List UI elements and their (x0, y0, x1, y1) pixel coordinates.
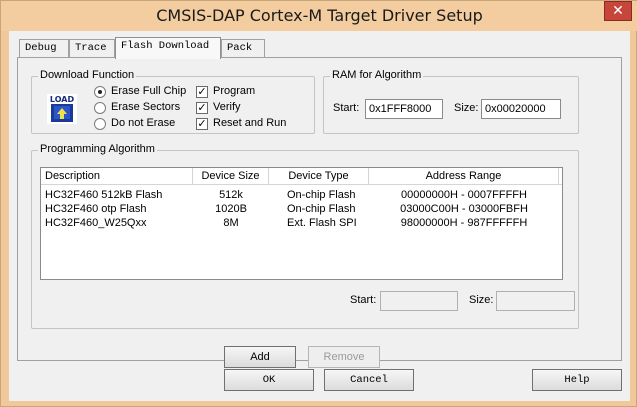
row-description: HC32F460 otp Flash (45, 203, 147, 215)
column-header-description[interactable]: Description (41, 168, 193, 185)
algorithm-size-input[interactable] (496, 291, 575, 311)
ram-for-algorithm-legend: RAM for Algorithm (330, 69, 424, 81)
dialog-client: Debug Trace Flash Download Pack Download… (9, 31, 630, 401)
row-device-type: On-chip Flash (287, 203, 356, 215)
ram-start-input[interactable]: 0x1FFF8000 (365, 99, 443, 119)
verify-checkbox[interactable]: ✓ (196, 102, 208, 114)
ram-size-input[interactable]: 0x00020000 (481, 99, 561, 119)
erase-sectors-label: Erase Sectors (111, 101, 181, 113)
add-button[interactable]: Add (224, 346, 296, 368)
tab-flash-download[interactable]: Flash Download (115, 37, 221, 59)
close-button[interactable]: ✕ (604, 1, 632, 21)
erase-full-chip-label: Erase Full Chip (111, 85, 187, 97)
tab-panel-flash-download: Download Function LOAD Erase Full Chip E… (17, 57, 622, 368)
ram-start-label: Start: (333, 102, 360, 114)
row-address-range: 00000000H - 0007FFFFH (401, 189, 527, 201)
row-description: HC32F460 512kB Flash (45, 189, 163, 201)
row-address-range: 98000000H - 987FFFFFH (400, 217, 528, 229)
erase-sectors-radio[interactable] (94, 102, 106, 114)
download-function-group: Download Function LOAD Erase Full Chip E… (31, 69, 315, 134)
load-icon: LOAD (47, 94, 77, 124)
row-device-type: On-chip Flash (287, 189, 356, 201)
row-device-size: 512k (219, 189, 243, 201)
reset-and-run-label: Reset and Run (213, 117, 287, 129)
programming-algorithm-legend: Programming Algorithm (38, 143, 157, 155)
column-header-address-range[interactable]: Address Range (369, 168, 559, 185)
row-device-size: 1020B (215, 203, 247, 215)
erase-full-chip-radio[interactable] (94, 86, 106, 98)
column-header-device-type[interactable]: Device Type (269, 168, 369, 185)
algorithm-start-label: Start: (350, 294, 377, 306)
tab-pack[interactable]: Pack (221, 39, 265, 57)
window-title: CMSIS-DAP Cortex-M Target Driver Setup (156, 6, 483, 25)
column-header-device-size[interactable]: Device Size (193, 168, 269, 185)
download-function-legend: Download Function (38, 69, 137, 81)
row-device-type: Ext. Flash SPI (287, 217, 357, 229)
dialog-window: CMSIS-DAP Cortex-M Target Driver Setup ✕… (0, 0, 637, 407)
verify-label: Verify (213, 101, 241, 113)
tab-debug[interactable]: Debug (19, 39, 69, 57)
algorithm-start-input[interactable] (380, 291, 458, 311)
do-not-erase-radio[interactable] (94, 118, 106, 130)
table-row[interactable]: HC32F460 otp Flash 1020B On-chip Flash 0… (41, 203, 562, 216)
remove-button[interactable]: Remove (308, 346, 380, 368)
ok-button[interactable]: OK (224, 369, 314, 391)
tab-trace[interactable]: Trace (69, 39, 115, 57)
help-button[interactable]: Help (532, 369, 622, 391)
algorithm-table-header: Description Device Size Device Type Addr… (41, 168, 562, 185)
row-address-range: 03000C00H - 03000FBFH (400, 203, 528, 215)
load-icon-label: LOAD (50, 95, 75, 104)
title-bar[interactable]: CMSIS-DAP Cortex-M Target Driver Setup ✕ (1, 1, 637, 31)
ram-for-algorithm-group: RAM for Algorithm Start: 0x1FFF8000 Size… (323, 69, 579, 134)
algorithm-table[interactable]: Description Device Size Device Type Addr… (40, 167, 563, 280)
do-not-erase-label: Do not Erase (111, 117, 176, 129)
row-device-size: 8M (223, 217, 239, 229)
program-label: Program (213, 85, 256, 97)
program-checkbox[interactable]: ✓ (196, 86, 208, 98)
row-description: HC32F460_W25Qxx (45, 217, 147, 229)
programming-algorithm-group: Programming Algorithm Description Device… (31, 143, 579, 329)
cancel-button[interactable]: Cancel (324, 369, 414, 391)
table-row[interactable]: HC32F460_W25Qxx 8M Ext. Flash SPI 980000… (41, 217, 562, 230)
algorithm-size-label: Size: (469, 294, 494, 306)
ram-size-label: Size: (454, 102, 479, 114)
table-row[interactable]: HC32F460 512kB Flash 512k On-chip Flash … (41, 189, 562, 202)
reset-and-run-checkbox[interactable]: ✓ (196, 118, 208, 130)
